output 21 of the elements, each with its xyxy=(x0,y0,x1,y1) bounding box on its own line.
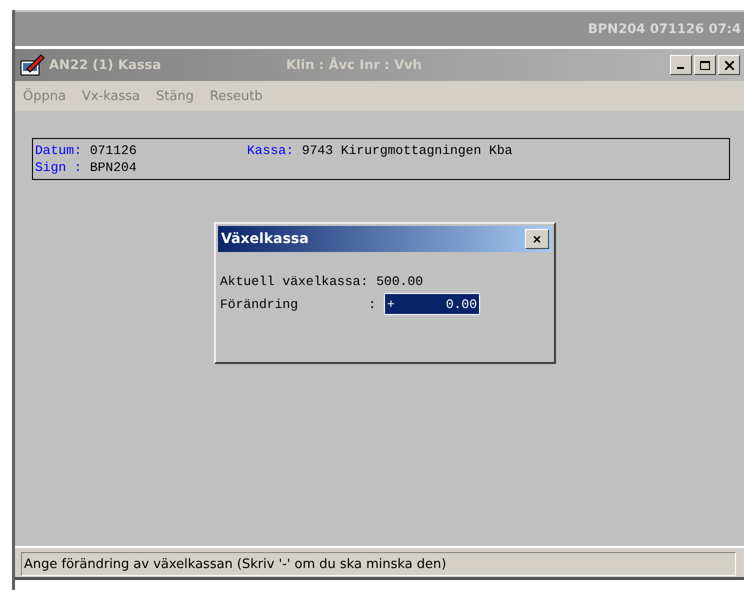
pencil-document-icon xyxy=(19,53,45,77)
input-field[interactable]: + 0.00 xyxy=(384,293,480,315)
user-date-time: BPN204 071126 07:4 xyxy=(588,22,741,36)
close-button[interactable]: × xyxy=(525,229,549,249)
status-text: Ange förändring av växelkassan (Skriv '-' om du ska minska den) xyxy=(21,552,736,576)
close-button[interactable] xyxy=(718,55,740,75)
maximize-icon xyxy=(700,60,710,70)
field-value: 071126 xyxy=(90,143,137,158)
field-value: BPN204 xyxy=(90,160,137,175)
minimize-button[interactable] xyxy=(670,55,692,75)
field-label: Datum: xyxy=(35,143,82,158)
field-value: 9743 Kirurgmottagningen Kba xyxy=(302,143,512,158)
field-value: 500.00 xyxy=(376,274,424,289)
field-label: Kassa: xyxy=(247,143,294,158)
window-title: AN22 (1) Kassa xyxy=(49,58,162,72)
field-label: Sign : xyxy=(35,160,82,175)
field-label: Förändring : xyxy=(220,296,376,312)
maximize-button[interactable] xyxy=(694,55,716,75)
field-label: Aktuell växelkassa: xyxy=(220,274,368,289)
dialog-title: Växelkassa xyxy=(221,231,309,247)
close-icon xyxy=(724,60,734,70)
